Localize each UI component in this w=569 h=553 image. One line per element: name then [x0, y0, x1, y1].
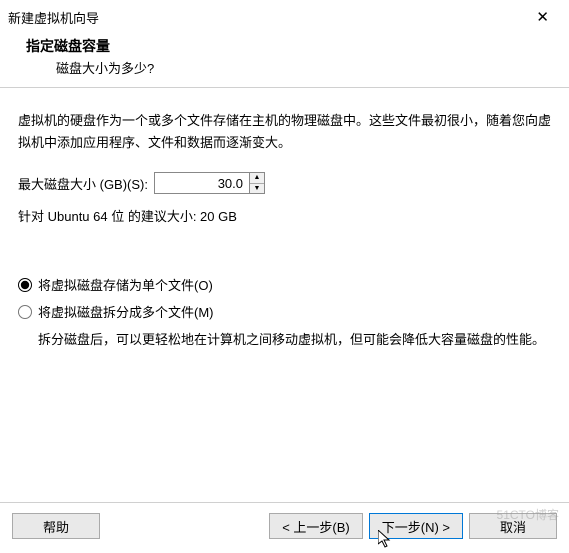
window-title: 新建虚拟机向导: [8, 8, 99, 27]
radio-split-files[interactable]: 将虚拟磁盘拆分成多个文件(M): [18, 302, 551, 321]
wizard-header: 指定磁盘容量 磁盘大小为多少?: [0, 30, 569, 88]
spinner-down-icon[interactable]: ▼: [250, 184, 264, 194]
close-icon[interactable]: ✕: [528, 4, 557, 30]
recommended-size-text: 针对 Ubuntu 64 位 的建议大小: 20 GB: [18, 206, 551, 225]
spinner-up-icon[interactable]: ▲: [250, 173, 264, 184]
back-button[interactable]: < 上一步(B): [269, 513, 363, 539]
next-button[interactable]: 下一步(N) >: [369, 513, 463, 539]
radio-single-input[interactable]: [18, 278, 32, 292]
page-subheading: 磁盘大小为多少?: [26, 58, 561, 77]
split-description: 拆分磁盘后，可以更轻松地在计算机之间移动虚拟机，但可能会降低大容量磁盘的性能。: [18, 329, 551, 351]
cancel-button[interactable]: 取消: [469, 513, 557, 539]
radio-split-input[interactable]: [18, 305, 32, 319]
radio-single-file[interactable]: 将虚拟磁盘存储为单个文件(O): [18, 275, 551, 294]
help-button[interactable]: 帮助: [12, 513, 100, 539]
description-text: 虚拟机的硬盘作为一个或多个文件存储在主机的物理磁盘中。这些文件最初很小，随着您向…: [18, 110, 551, 154]
disk-size-spinner[interactable]: ▲ ▼: [154, 172, 265, 194]
radio-single-label: 将虚拟磁盘存储为单个文件(O): [38, 275, 213, 294]
disk-size-input[interactable]: [154, 172, 249, 194]
page-heading: 指定磁盘容量: [26, 36, 561, 56]
radio-split-label: 将虚拟磁盘拆分成多个文件(M): [38, 302, 214, 321]
disk-size-label: 最大磁盘大小 (GB)(S):: [18, 174, 148, 193]
